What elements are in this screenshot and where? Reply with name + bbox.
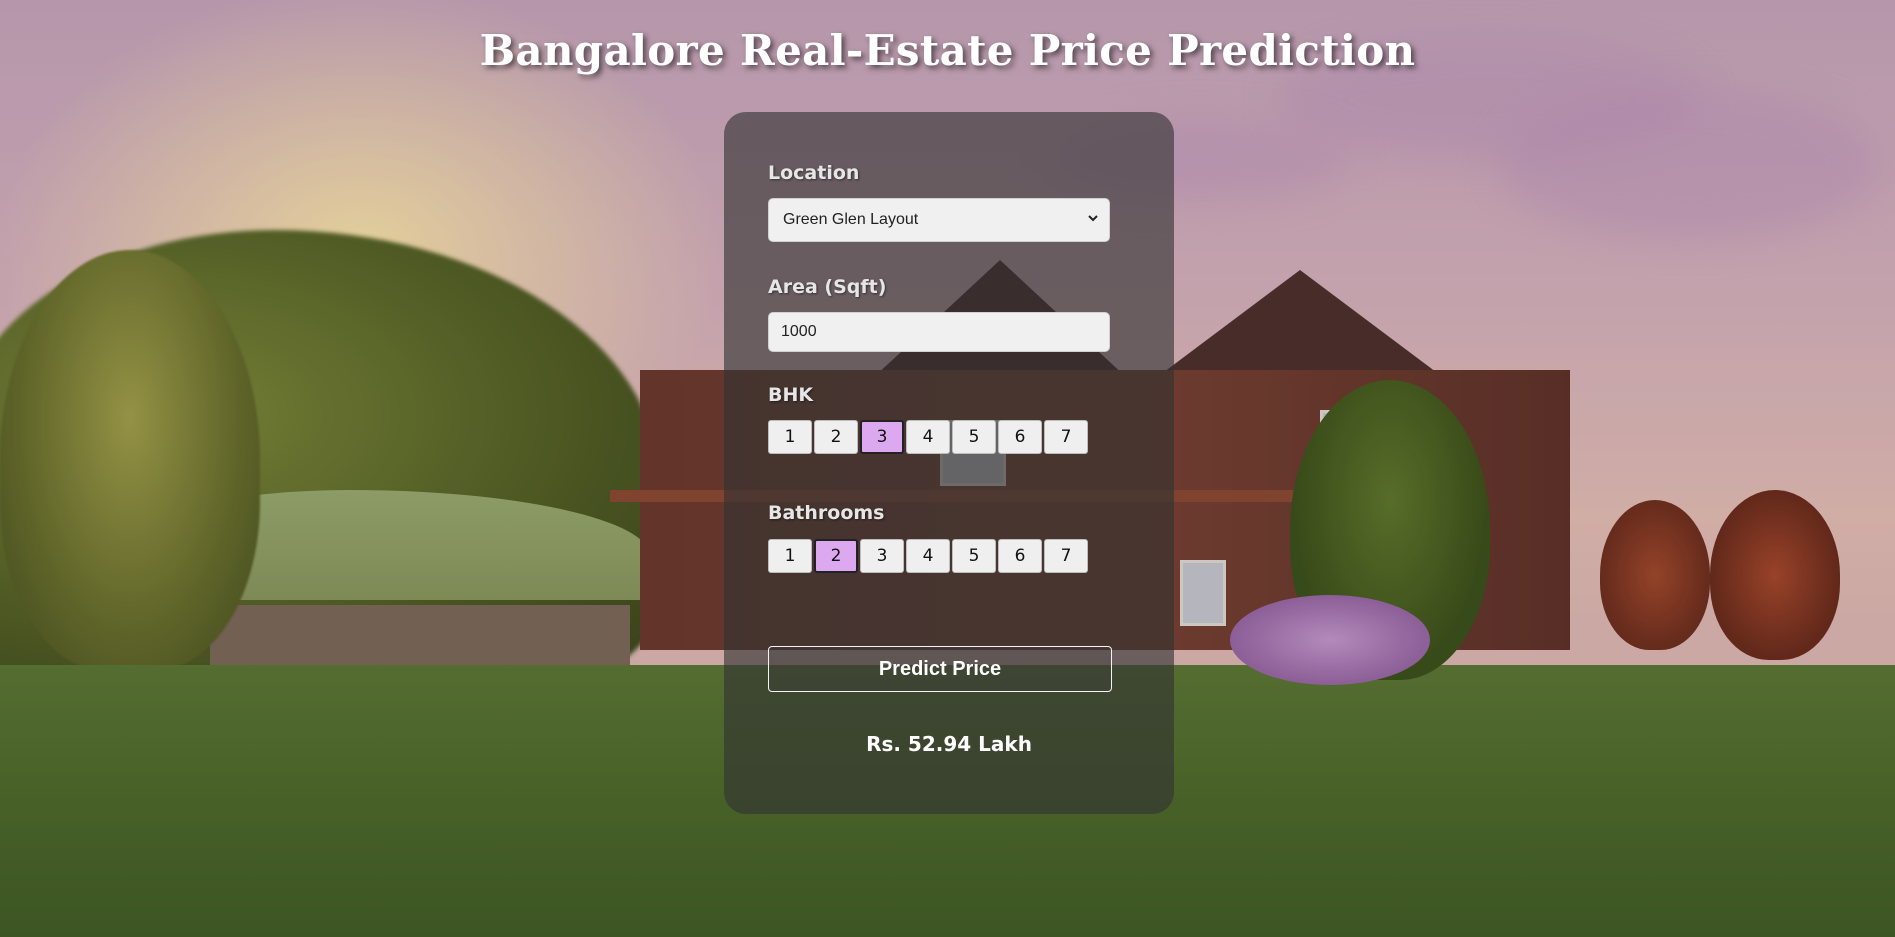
predict-price-button[interactable]: Predict Price xyxy=(768,646,1112,692)
bhk-option-6[interactable]: 6 xyxy=(998,420,1042,454)
prediction-form-card: Location Green Glen Layout Area (Sqft) 1… xyxy=(724,112,1174,814)
location-selected-value: Green Glen Layout xyxy=(783,211,919,228)
bathrooms-option-5[interactable]: 5 xyxy=(952,539,996,573)
bhk-option-7[interactable]: 7 xyxy=(1044,420,1088,454)
bhk-label: BHK xyxy=(768,384,814,406)
bhk-option-3[interactable]: 3 xyxy=(860,420,904,454)
chevron-down-icon xyxy=(1087,212,1099,227)
area-input-value: 1000 xyxy=(781,323,817,340)
area-input[interactable]: 1000 xyxy=(768,312,1110,352)
bathrooms-option-1[interactable]: 1 xyxy=(768,539,812,573)
location-select[interactable]: Green Glen Layout xyxy=(768,198,1110,242)
bathrooms-option-7[interactable]: 7 xyxy=(1044,539,1088,573)
bhk-option-1[interactable]: 1 xyxy=(768,420,812,454)
bhk-option-5[interactable]: 5 xyxy=(952,420,996,454)
bhk-option-4[interactable]: 4 xyxy=(906,420,950,454)
area-label: Area (Sqft) xyxy=(768,276,887,298)
location-label: Location xyxy=(768,162,860,184)
bathrooms-option-4[interactable]: 4 xyxy=(906,539,950,573)
bathrooms-label: Bathrooms xyxy=(768,502,885,524)
bathrooms-selector: 1 2 3 4 5 6 7 xyxy=(768,539,1090,573)
bathrooms-option-3[interactable]: 3 xyxy=(860,539,904,573)
bathrooms-option-6[interactable]: 6 xyxy=(998,539,1042,573)
bhk-option-2[interactable]: 2 xyxy=(814,420,858,454)
page-title: Bangalore Real-Estate Price Prediction xyxy=(479,26,1416,75)
predicted-price: Rs. 52.94 Lakh xyxy=(866,732,1032,756)
bathrooms-option-2[interactable]: 2 xyxy=(814,539,858,573)
bhk-selector: 1 2 3 4 5 6 7 xyxy=(768,420,1090,454)
